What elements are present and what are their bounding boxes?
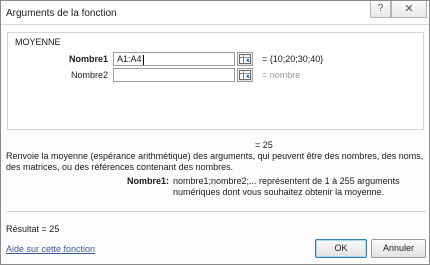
text-caret [142, 54, 144, 65]
title-bar[interactable]: Arguments de la fonction ? ✕ [1, 1, 429, 25]
function-name: MOYENNE [15, 37, 61, 47]
arg2-label: Nombre2 [70, 70, 108, 80]
divider [6, 211, 426, 212]
formula-result-preview: = 25 [255, 140, 273, 150]
function-arguments-dialog: Arguments de la fonction ? ✕ MOYENNE Nom… [0, 0, 430, 265]
close-button[interactable]: ✕ [391, 1, 427, 18]
arg-help-text: nombre1;nombre2;... représentent de 1 à … [173, 176, 400, 197]
cancel-button[interactable]: Annuler [371, 239, 426, 258]
result-label: Résultat = 25 [6, 224, 60, 234]
close-icon: ✕ [404, 3, 414, 15]
arg1-evaluated: = {10;20;30;40} [262, 54, 324, 64]
arg2-evaluated: = nombre [262, 70, 301, 80]
arg1-value: A1:A4 [117, 54, 142, 64]
help-button[interactable]: ? [370, 1, 391, 18]
arg-help-label: Nombre1: [126, 176, 169, 186]
arg2-collapse-button[interactable] [237, 68, 253, 82]
ok-button[interactable]: OK [315, 239, 367, 258]
arg1-collapse-button[interactable] [237, 52, 253, 66]
range-select-icon [239, 70, 251, 80]
range-select-icon [239, 54, 251, 64]
arg1-input[interactable]: A1:A4 [113, 52, 235, 66]
function-description: Renvoie la moyenne (espérance arithmétiq… [6, 151, 424, 172]
dialog-title: Arguments de la fonction [6, 8, 117, 19]
arguments-group: MOYENNE Nombre1 A1:A4 = {10;20;30;40} No… [7, 32, 424, 130]
arg2-input[interactable] [113, 68, 235, 82]
question-mark-icon: ? [377, 3, 384, 14]
help-link[interactable]: Aide sur cette fonction [6, 244, 95, 254]
arg1-label: Nombre1 [68, 54, 108, 64]
